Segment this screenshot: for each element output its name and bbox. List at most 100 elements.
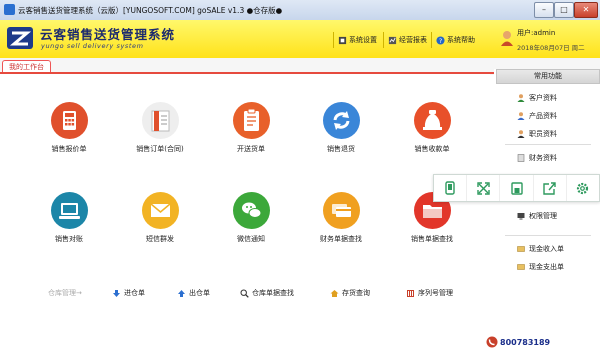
business-report-button[interactable]: 经营报表 bbox=[388, 34, 427, 46]
tile-sales-order[interactable]: 销售订单(合同) bbox=[125, 102, 195, 154]
cash-in-icon bbox=[517, 245, 525, 252]
cash-income-label: 现金收入单 bbox=[529, 244, 564, 253]
stock-in-button[interactable]: 进仓单 bbox=[112, 288, 145, 298]
close-button[interactable]: ✕ bbox=[574, 2, 598, 18]
share-icon bbox=[543, 181, 556, 195]
share-button[interactable] bbox=[534, 175, 567, 201]
warehouse-doc-search-label: 仓库单据查找 bbox=[252, 289, 294, 297]
divider bbox=[431, 32, 432, 48]
person-icon bbox=[517, 111, 525, 120]
search-icon bbox=[240, 289, 249, 298]
divider bbox=[333, 32, 334, 48]
tile-sales-receipt[interactable]: 销售收款单 bbox=[397, 102, 467, 154]
tile-sales-quote[interactable]: 销售报价单 bbox=[34, 102, 104, 154]
cash-expense-link[interactable]: 现金支出单 bbox=[517, 261, 564, 272]
serial-number-label: 序列号管理 bbox=[418, 289, 453, 297]
person-icon bbox=[517, 129, 525, 138]
tile-label: 微信通知 bbox=[237, 235, 265, 243]
product-info-label: 产品资料 bbox=[529, 111, 557, 120]
stock-out-label: 出仓单 bbox=[189, 289, 210, 297]
tile-label: 销售订单(合同) bbox=[136, 145, 184, 153]
save-button[interactable] bbox=[500, 175, 534, 201]
settings-button[interactable] bbox=[567, 175, 599, 201]
tile-finance-doc-search[interactable]: 财务单据查找 bbox=[306, 192, 376, 244]
fullscreen-button[interactable] bbox=[467, 175, 501, 201]
cash-out-icon bbox=[517, 263, 525, 270]
person-icon bbox=[517, 93, 525, 102]
brand-subtitle: yungo sell delivery system bbox=[41, 42, 144, 50]
document-icon bbox=[517, 153, 525, 162]
fullscreen-icon bbox=[477, 181, 490, 195]
envelope-icon bbox=[141, 192, 179, 229]
calculator-icon bbox=[50, 102, 88, 139]
tile-wechat-notify[interactable]: 微信通知 bbox=[216, 192, 286, 244]
system-settings-label: 系统设置 bbox=[349, 36, 377, 44]
refresh-icon bbox=[322, 102, 360, 139]
brand-title: 云客销售送货管理系统 bbox=[40, 27, 176, 42]
user-label: 用户:admin bbox=[517, 29, 556, 37]
business-report-label: 经营报表 bbox=[399, 36, 427, 44]
book-icon bbox=[141, 102, 179, 139]
maximize-button[interactable]: □ bbox=[554, 2, 574, 18]
tile-label: 销售报价单 bbox=[51, 145, 87, 153]
finance-info-link[interactable]: 财务资料 bbox=[517, 152, 557, 163]
svg-text:?: ? bbox=[439, 38, 442, 45]
phone-frame-icon bbox=[445, 181, 455, 195]
cash-expense-label: 现金支出单 bbox=[529, 262, 564, 271]
inventory-query-button[interactable]: 存货查询 bbox=[330, 288, 370, 298]
monitor-icon bbox=[50, 192, 88, 229]
window-title: 云客销售送货管理系统（云版）[YUNGOSOFT.COM] goSALE v1.… bbox=[18, 6, 283, 15]
permission-management-label: 权限管理 bbox=[529, 211, 557, 220]
clipboard-icon bbox=[232, 102, 270, 139]
warehouse-group-label: 仓库管理→ bbox=[48, 289, 82, 297]
money-bag-icon bbox=[413, 102, 451, 139]
arrow-up-icon bbox=[178, 289, 185, 297]
current-date: 2018年08月07日 周二 bbox=[517, 44, 585, 52]
serial-number-button[interactable]: 序列号管理 bbox=[406, 288, 453, 298]
divider bbox=[383, 32, 384, 48]
tile-sales-reconciliation[interactable]: 销售对账 bbox=[34, 192, 104, 244]
arrow-down-icon bbox=[113, 289, 120, 297]
barcode-icon bbox=[407, 289, 414, 297]
phone-frame-button[interactable] bbox=[434, 175, 468, 201]
finance-info-label: 财务资料 bbox=[529, 153, 557, 162]
app-icon bbox=[4, 4, 15, 15]
system-settings-button[interactable]: 系统设置 bbox=[338, 34, 377, 46]
gear-icon bbox=[577, 182, 589, 194]
tile-label: 销售对账 bbox=[55, 235, 83, 243]
tile-sms-broadcast[interactable]: 短信群发 bbox=[125, 192, 195, 244]
title-bar: 云客销售送货管理系统（云版）[YUNGOSOFT.COM] goSALE v1.… bbox=[0, 0, 600, 21]
warehouse-doc-search-button[interactable]: 仓库单据查找 bbox=[240, 288, 294, 298]
phone-icon bbox=[486, 336, 498, 348]
support-phone: 800783189 bbox=[500, 338, 551, 347]
divider bbox=[505, 144, 591, 145]
stock-out-button[interactable]: 出仓单 bbox=[177, 288, 210, 298]
stock-in-label: 进仓单 bbox=[124, 289, 145, 297]
system-help-label: 系统帮助 bbox=[447, 36, 475, 44]
permission-management-link[interactable]: 权限管理 bbox=[517, 210, 557, 221]
system-help-button[interactable]: ? 系统帮助 bbox=[436, 34, 475, 46]
tile-label: 销售退货 bbox=[327, 145, 355, 153]
customer-info-link[interactable]: 客户资料 bbox=[517, 92, 557, 103]
cash-income-link[interactable]: 现金收入单 bbox=[517, 243, 564, 254]
wechat-icon bbox=[232, 192, 270, 229]
monitor-small-icon bbox=[517, 212, 525, 219]
staff-info-label: 职员资料 bbox=[529, 129, 557, 138]
settings-icon bbox=[338, 36, 347, 44]
inventory-query-label: 存货查询 bbox=[342, 289, 370, 297]
minimize-button[interactable]: – bbox=[534, 2, 554, 18]
user-icon bbox=[501, 31, 513, 46]
product-info-link[interactable]: 产品资料 bbox=[517, 110, 557, 121]
house-icon bbox=[330, 289, 339, 297]
tile-sales-return[interactable]: 销售退货 bbox=[306, 102, 376, 154]
tile-delivery-note[interactable]: 开送货单 bbox=[216, 102, 286, 154]
tile-label: 开送货单 bbox=[237, 145, 265, 153]
help-icon: ? bbox=[436, 35, 445, 45]
tile-label: 短信群发 bbox=[146, 235, 174, 243]
workbench-area: 销售报价单 销售订单(合同) 开送货单 销售退货 销售收款单 销售对账 短信群发… bbox=[0, 74, 490, 354]
app-header: 云客销售送货管理系统 yungo sell delivery system 系统… bbox=[0, 20, 600, 59]
customer-info-label: 客户资料 bbox=[529, 93, 557, 102]
tile-label: 财务单据查找 bbox=[320, 235, 362, 243]
divider bbox=[505, 235, 591, 236]
staff-info-link[interactable]: 职员资料 bbox=[517, 128, 557, 139]
